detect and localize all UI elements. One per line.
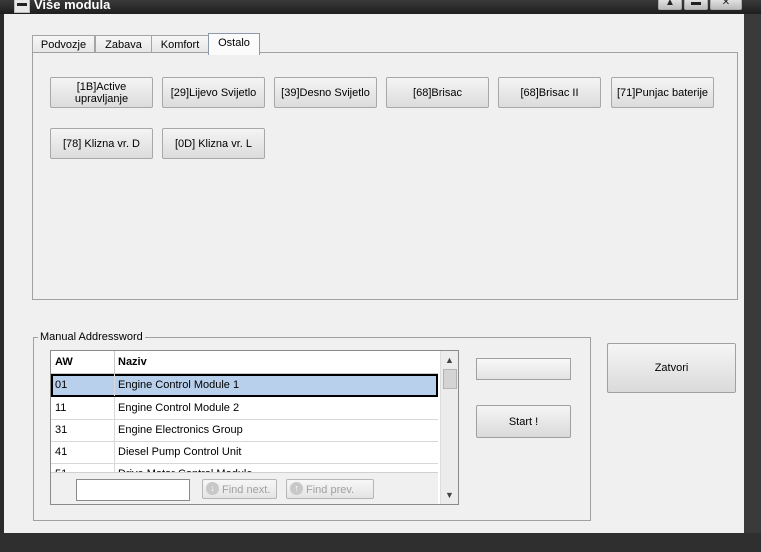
module-button-0d[interactable]: [0D] Klizna vr. L — [162, 128, 265, 159]
table-row[interactable]: 31 Engine Electronics Group — [51, 419, 438, 442]
module-label: [0D] Klizna vr. L — [174, 137, 253, 150]
close-label: Zatvori — [654, 362, 689, 374]
module-label: [1B]Active upravljanje — [74, 80, 129, 105]
find-bar: ↓ Find next. ↑ Find prev. — [51, 472, 438, 504]
module-label: [39]Desno Svijetlo — [281, 86, 370, 99]
window-border-right — [744, 14, 761, 552]
list-header: AW Naziv — [51, 351, 438, 374]
column-divider — [114, 397, 115, 419]
module-button-71[interactable]: [71]Punjac baterije — [611, 77, 714, 108]
table-row[interactable]: 11 Engine Control Module 2 — [51, 397, 438, 420]
minimize-button[interactable]: ▲ — [658, 0, 682, 10]
row-aw: 31 — [55, 424, 68, 436]
row-naziv: Engine Electronics Group — [118, 424, 243, 436]
column-header-aw[interactable]: AW — [55, 356, 73, 368]
system-menu-icon[interactable]: ▬ — [14, 0, 30, 13]
module-button-78[interactable]: [78] Klizna vr. D — [50, 128, 153, 159]
list-scrollbar[interactable]: ▲ ▼ — [440, 351, 458, 504]
arrow-up-circle-icon: ↑ — [290, 482, 303, 495]
find-next-button[interactable]: ↓ Find next. — [202, 479, 277, 499]
find-input[interactable] — [76, 479, 190, 501]
column-divider — [114, 351, 115, 373]
module-button-29[interactable]: [29]Lijevo Svijetlo — [162, 77, 265, 108]
module-button-68[interactable]: [68]Brisac — [386, 77, 489, 108]
module-button-39[interactable]: [39]Desno Svijetlo — [274, 77, 377, 108]
row-naziv: Engine Control Module 2 — [118, 402, 240, 414]
module-button-1b[interactable]: [1B]Active upravljanje — [50, 77, 153, 108]
module-label: [68]Brisac — [413, 86, 462, 99]
row-aw: 11 — [55, 402, 67, 414]
table-row[interactable]: 41 Diesel Pump Control Unit — [51, 441, 438, 464]
close-button[interactable]: Zatvori — [607, 343, 736, 393]
start-button[interactable]: Start ! — [476, 405, 571, 438]
scroll-up-icon[interactable]: ▲ — [441, 352, 458, 368]
column-divider — [114, 374, 115, 396]
row-naziv: Diesel Pump Control Unit — [118, 446, 242, 458]
tab-ostalo[interactable]: Ostalo — [208, 33, 260, 55]
column-divider — [114, 419, 115, 441]
close-window-button[interactable]: ✕ — [710, 0, 742, 10]
row-aw: 41 — [55, 446, 68, 458]
module-label: [71]Punjac baterije — [616, 86, 709, 99]
window-client: Podvozje Zabava Komfort Ostalo [1B]Activ… — [4, 14, 744, 533]
arrow-down-circle-icon: ↓ — [206, 482, 219, 495]
column-header-naziv[interactable]: Naziv — [118, 356, 147, 368]
row-naziv: Engine Control Module 1 — [118, 379, 240, 391]
module-label: [68]Brisac II — [520, 86, 579, 99]
manual-addressword-label: Manual Addressword — [40, 331, 143, 343]
scroll-thumb[interactable] — [443, 369, 457, 389]
column-divider — [114, 441, 115, 463]
maximize-button[interactable]: ▬ — [684, 0, 708, 10]
addressword-list[interactable]: AW Naziv 01 Engine Control Module 1 11 E… — [50, 350, 459, 505]
find-prev-label: Find prev. — [306, 484, 355, 496]
scroll-down-icon[interactable]: ▼ — [441, 487, 458, 503]
table-row[interactable]: 01 Engine Control Module 1 — [51, 374, 438, 397]
title-bar: ▬ Više modula ▲ ▬ ✕ — [0, 0, 761, 14]
module-label: [78] Klizna vr. D — [62, 137, 141, 150]
window-title: Više modula — [34, 0, 111, 12]
find-prev-button[interactable]: ↑ Find prev. — [286, 479, 374, 499]
start-label: Start ! — [508, 415, 539, 428]
window-border-bottom — [0, 533, 761, 552]
module-button-68-ii[interactable]: [68]Brisac II — [498, 77, 601, 108]
progress-bar — [476, 358, 571, 380]
module-label: [29]Lijevo Svijetlo — [170, 86, 257, 99]
find-next-label: Find next. — [222, 484, 271, 496]
row-aw: 01 — [55, 379, 68, 391]
